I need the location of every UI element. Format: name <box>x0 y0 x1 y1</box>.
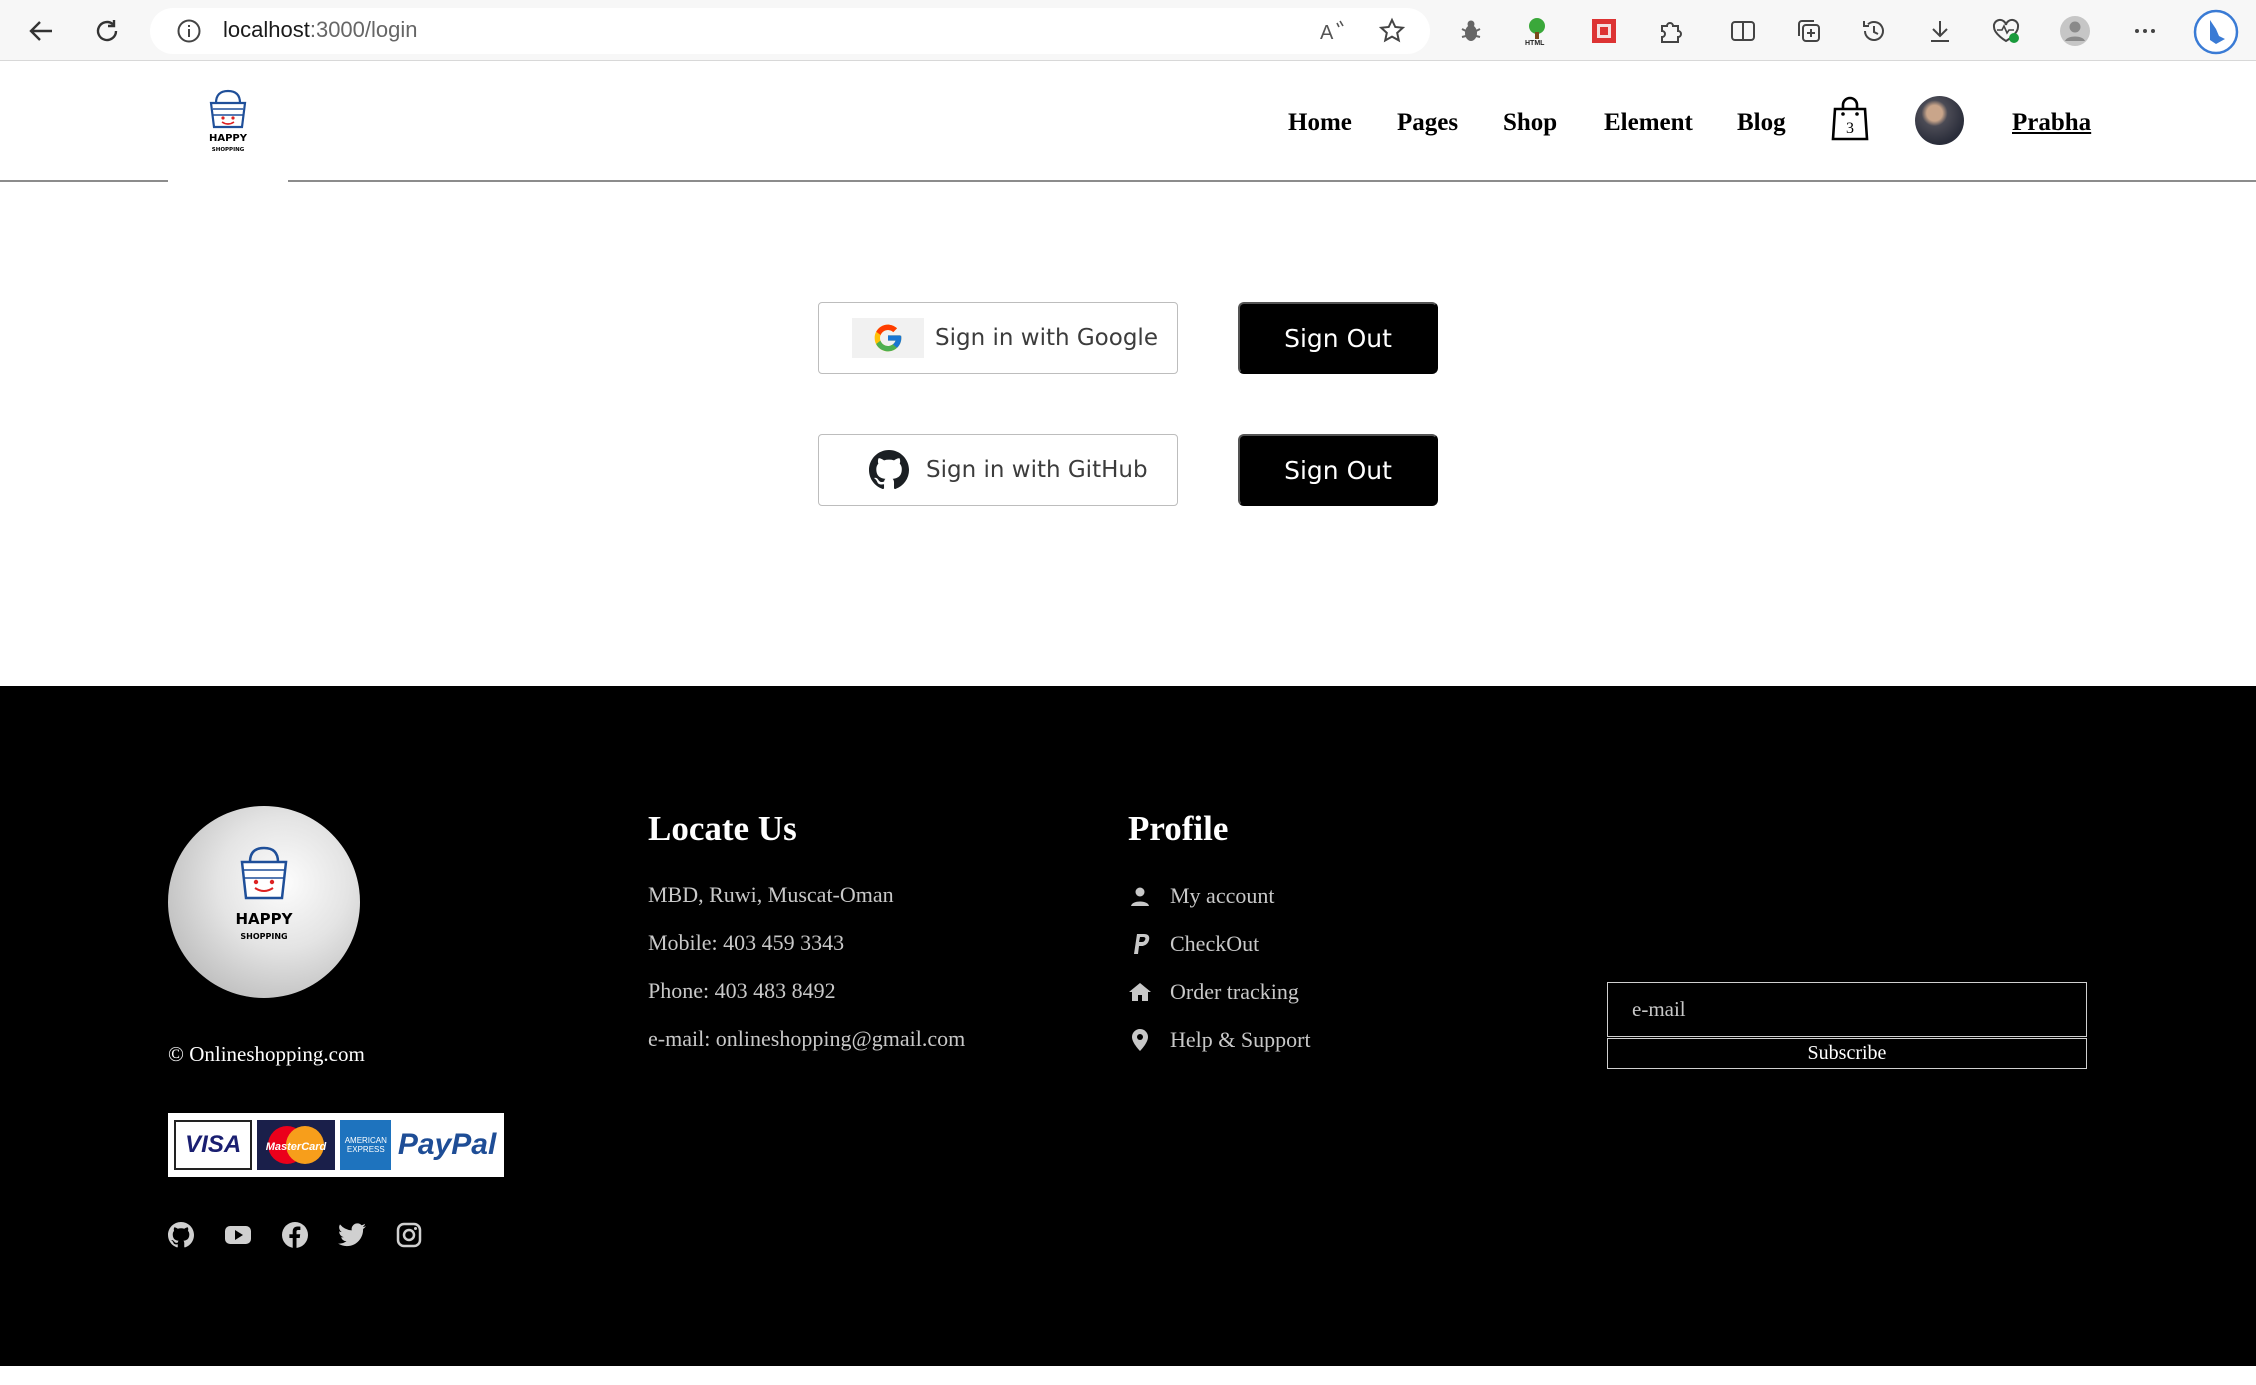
browser-toolbar: localhost:3000/login A HTML <box>0 0 2256 61</box>
google-icon <box>852 318 924 358</box>
user-icon <box>1128 884 1152 908</box>
google-signin-label: Sign in with Google <box>935 325 1158 351</box>
svg-text:HTML: HTML <box>1525 40 1545 46</box>
twitter-icon[interactable] <box>337 1220 367 1250</box>
payment-methods: VISA MasterCard AMERICAN EXPRESS PayPal <box>168 1113 504 1177</box>
locate-us-title: Locate Us <box>648 809 797 848</box>
profile-link-checkout[interactable]: CheckOut <box>1128 929 1259 959</box>
avatar[interactable] <box>1915 96 1964 145</box>
email-line: e-mail: onlineshopping@gmail.com <box>648 1026 966 1051</box>
collections-icon[interactable] <box>1790 12 1828 50</box>
downloads-icon[interactable] <box>1921 12 1959 50</box>
more-menu-icon[interactable] <box>2126 12 2164 50</box>
cart-bag-icon <box>1841 96 1859 109</box>
amex-card: AMERICAN EXPRESS <box>340 1120 392 1170</box>
profile-link-label: CheckOut <box>1170 931 1260 956</box>
profile-icon[interactable] <box>2056 12 2094 50</box>
profile-link-help-support[interactable]: Help & Support <box>1128 1025 1311 1055</box>
nav-home[interactable]: Home <box>1288 109 1352 137</box>
home-icon <box>1128 980 1152 1004</box>
html-tree-extension-icon[interactable]: HTML <box>1518 12 1556 50</box>
nav-element[interactable]: Element <box>1604 109 1693 137</box>
cart-button[interactable]: 3 <box>1830 95 1870 146</box>
mastercard-card: MasterCard <box>257 1120 336 1170</box>
url-path: :3000/login <box>309 17 418 42</box>
split-screen-icon[interactable] <box>1724 12 1762 50</box>
logo-text: HAPPY <box>209 133 248 144</box>
read-aloud-icon[interactable]: A <box>1313 12 1351 50</box>
red-extension-icon[interactable] <box>1585 12 1623 50</box>
nav-blog[interactable]: Blog <box>1737 109 1786 137</box>
github-icon[interactable] <box>166 1220 196 1250</box>
site-info-icon[interactable] <box>170 12 208 50</box>
copyright: © Onlineshopping.com <box>168 1042 365 1066</box>
mobile-line: Mobile: 403 459 3343 <box>648 930 845 955</box>
profile-link-my-account[interactable]: My account <box>1128 881 1274 911</box>
svg-text:A: A <box>1320 22 1334 44</box>
bug-extension-icon[interactable] <box>1452 12 1490 50</box>
back-arrow-icon[interactable] <box>22 12 60 50</box>
username-link[interactable]: Prabha <box>2012 109 2091 137</box>
map-pin-icon <box>1128 1028 1152 1052</box>
github-signout-button[interactable]: Sign Out <box>1238 434 1438 506</box>
phone-line: Phone: 403 483 8492 <box>648 978 836 1003</box>
refresh-icon[interactable] <box>88 12 126 50</box>
profile-link-label: My account <box>1170 883 1275 908</box>
nav-pages[interactable]: Pages <box>1397 109 1458 137</box>
visa-card: VISA <box>174 1120 253 1170</box>
footer-logo-text: HAPPY <box>235 910 293 928</box>
address-line: MBD, Ruwi, Muscat-Oman <box>648 882 894 907</box>
footer-logo[interactable]: HAPPY SHOPPING <box>168 806 360 998</box>
subscribe-button[interactable]: Subscribe <box>1607 1038 2087 1069</box>
site-logo[interactable]: HAPPY SHOPPING <box>202 89 254 162</box>
github-signin-label: Sign in with GitHub <box>926 457 1148 483</box>
cart-count: 3 <box>1846 120 1854 137</box>
history-icon[interactable] <box>1855 12 1893 50</box>
url-host: localhost <box>223 17 310 42</box>
profile-link-label: Help & Support <box>1170 1027 1311 1052</box>
google-signout-button[interactable]: Sign Out <box>1238 302 1438 374</box>
favorite-star-icon[interactable] <box>1373 12 1411 50</box>
github-signin-button[interactable]: Sign in with GitHub <box>818 434 1178 506</box>
site-header: HAPPY SHOPPING Home Pages Shop Element B… <box>0 61 2256 185</box>
site-footer: HAPPY SHOPPING © Onlineshopping.com VISA… <box>0 686 2256 1366</box>
performance-heart-icon[interactable] <box>1987 12 2025 50</box>
profile-link-label: Order tracking <box>1170 979 1299 1004</box>
footer-logo-subtext: SHOPPING <box>240 932 287 941</box>
google-signin-button[interactable]: Sign in with Google <box>818 302 1178 374</box>
facebook-icon[interactable] <box>280 1220 310 1250</box>
bing-icon[interactable] <box>2193 9 2239 55</box>
profile-link-order-tracking[interactable]: Order tracking <box>1128 977 1299 1007</box>
paypal-icon <box>1128 932 1152 956</box>
nav-shop[interactable]: Shop <box>1503 109 1557 137</box>
logo-subtext: SHOPPING <box>212 147 245 153</box>
mastercard-label: MasterCard <box>266 1141 327 1153</box>
paypal-card: PayPal <box>396 1120 498 1170</box>
extensions-puzzle-icon[interactable] <box>1651 12 1689 50</box>
profile-title: Profile <box>1128 809 1229 848</box>
newsletter-email-input[interactable] <box>1607 982 2087 1037</box>
instagram-icon[interactable] <box>394 1220 424 1250</box>
youtube-icon[interactable] <box>223 1220 253 1250</box>
github-icon <box>869 450 909 496</box>
url-text[interactable]: localhost:3000/login <box>223 17 418 43</box>
